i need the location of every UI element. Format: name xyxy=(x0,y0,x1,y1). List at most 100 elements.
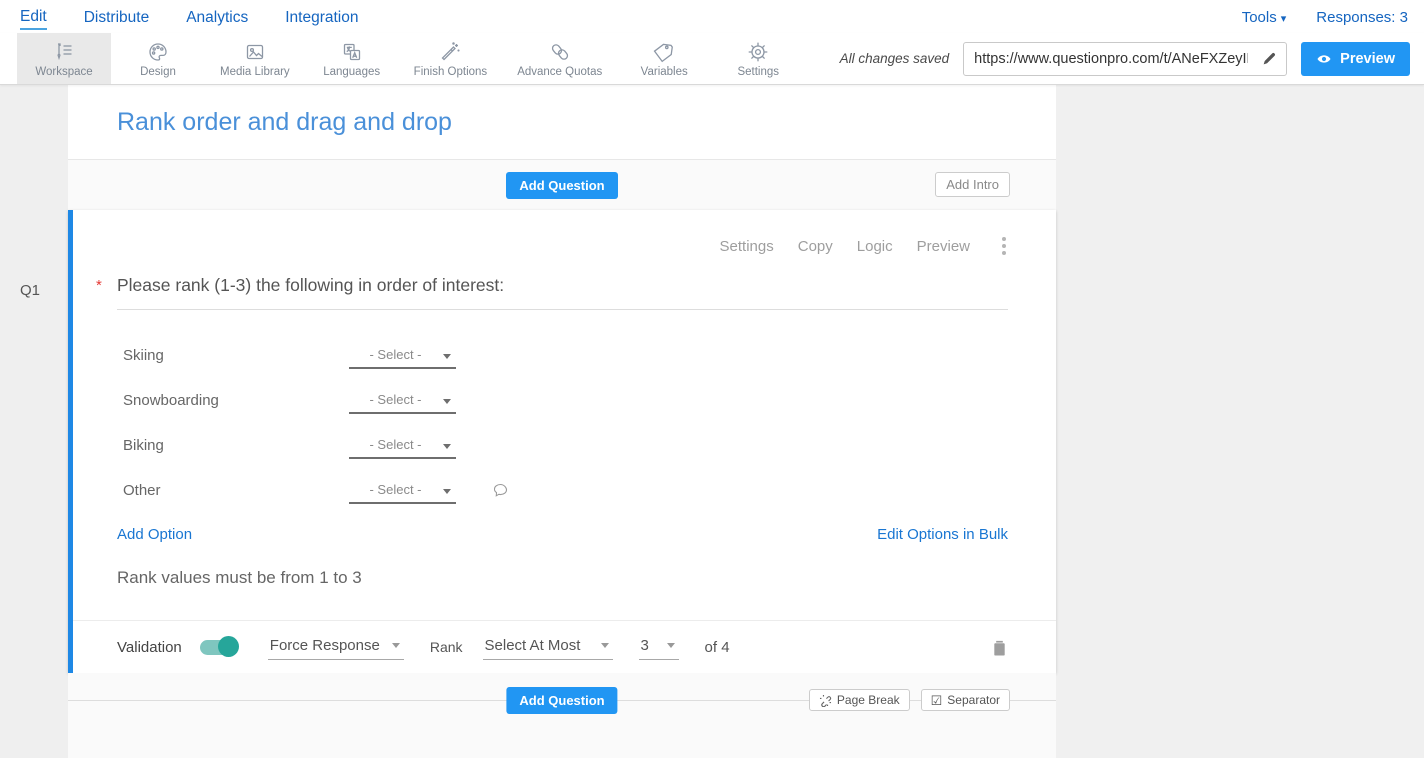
nav-tab-edit[interactable]: Edit xyxy=(20,4,47,30)
nav-tab-integration[interactable]: Integration xyxy=(285,5,358,29)
chevron-down-icon: ▾ xyxy=(1281,12,1287,25)
tools-menu[interactable]: Tools▾ xyxy=(1242,5,1287,28)
chevron-down-icon xyxy=(601,643,609,648)
save-status-text: All changes saved xyxy=(840,51,950,66)
toolbar-tab-settings[interactable]: Settings xyxy=(711,33,805,84)
toolbar-tab-workspace[interactable]: Workspace xyxy=(17,33,111,84)
toolbar-tab-label: Media Library xyxy=(220,66,290,78)
toolbar-tab-label: Variables xyxy=(641,66,688,78)
toolbar-tab-label: Languages xyxy=(323,66,380,78)
toolbar-tab-label: Finish Options xyxy=(414,66,488,78)
rank-count-select[interactable]: 3 xyxy=(639,635,679,660)
delete-question-button[interactable] xyxy=(991,638,1008,657)
page-break-button[interactable]: Page Break xyxy=(809,689,910,711)
add-question-strip-bottom: Add Question Page Break ☑ Separator xyxy=(68,673,1056,758)
validation-toggle[interactable] xyxy=(200,640,236,655)
chevron-down-icon xyxy=(667,643,675,648)
survey-title-bar: Rank order and drag and drop xyxy=(68,85,1056,160)
question-number-label: Q1 xyxy=(20,282,40,299)
question-preview-link[interactable]: Preview xyxy=(917,238,970,255)
break-buttons: Page Break ☑ Separator xyxy=(809,689,1010,711)
checkbox-checked-icon: ☑ xyxy=(931,694,943,707)
image-icon xyxy=(243,40,267,64)
survey-url-input[interactable] xyxy=(964,51,1252,67)
of-total-label: of 4 xyxy=(705,639,730,656)
wand-icon xyxy=(438,40,462,64)
question-card: Settings Copy Logic Preview * Please ran… xyxy=(68,210,1056,673)
toolbar-tab-advance-quotas[interactable]: Advance Quotas xyxy=(502,33,617,84)
main-area: Q1 Rank order and drag and drop Add Ques… xyxy=(0,85,1424,758)
chevron-down-icon xyxy=(443,489,451,494)
survey-canvas: Rank order and drag and drop Add Questio… xyxy=(68,85,1056,758)
responses-link[interactable]: Responses: 3 xyxy=(1316,5,1408,28)
option-label[interactable]: Snowboarding xyxy=(123,392,349,409)
add-question-button-top[interactable]: Add Question xyxy=(506,172,617,199)
nav-tab-distribute[interactable]: Distribute xyxy=(84,5,149,29)
question-settings-link[interactable]: Settings xyxy=(720,238,774,255)
question-logic-link[interactable]: Logic xyxy=(857,238,893,255)
chevron-down-icon xyxy=(443,399,451,404)
eye-icon xyxy=(1316,51,1332,67)
rank-select-snowboarding[interactable]: - Select - xyxy=(349,388,456,414)
validation-label: Validation xyxy=(117,639,182,656)
broken-link-icon xyxy=(819,694,832,707)
rank-select-biking[interactable]: - Select - xyxy=(349,433,456,459)
edit-options-in-bulk-link[interactable]: Edit Options in Bulk xyxy=(877,526,1008,543)
toolbar-tab-finish-options[interactable]: Finish Options xyxy=(399,33,503,84)
toolbar-tab-variables[interactable]: Variables xyxy=(617,33,711,84)
add-option-link[interactable]: Add Option xyxy=(117,526,192,543)
survey-title[interactable]: Rank order and drag and drop xyxy=(117,108,452,137)
option-row-skiing: Skiing - Select - xyxy=(117,333,1008,378)
option-label[interactable]: Other xyxy=(123,482,349,499)
comment-bubble-icon[interactable] xyxy=(492,482,509,499)
top-navigation: Edit Distribute Analytics Integration To… xyxy=(0,0,1424,33)
nav-right: Tools▾ Responses: 3 xyxy=(1242,5,1408,28)
editor-toolbar: Workspace Design Media Library xyxy=(0,33,1424,85)
question-copy-link[interactable]: Copy xyxy=(798,238,833,255)
gear-icon xyxy=(746,40,770,64)
toolbar-tab-media-library[interactable]: Media Library xyxy=(205,33,305,84)
chevron-down-icon xyxy=(392,643,400,648)
toolbar-tab-design[interactable]: Design xyxy=(111,33,205,84)
question-text-field[interactable]: Please rank (1-3) the following in order… xyxy=(117,275,1008,310)
required-asterisk-icon: * xyxy=(96,277,102,294)
chevron-down-icon xyxy=(443,444,451,449)
question-card-menu: Settings Copy Logic Preview xyxy=(117,210,1008,257)
left-gutter: Q1 xyxy=(0,85,68,758)
select-mode-select[interactable]: Select At Most xyxy=(483,635,613,660)
palette-icon xyxy=(146,40,170,64)
rank-label: Rank xyxy=(430,639,463,655)
pencil-icon xyxy=(1261,50,1278,67)
rank-select-other[interactable]: - Select - xyxy=(349,478,456,504)
toolbar-tab-label: Settings xyxy=(737,66,779,78)
workspace-icon xyxy=(52,40,76,64)
question-text-row: * Please rank (1-3) the following in ord… xyxy=(117,275,1008,310)
option-row-biking: Biking - Select - xyxy=(117,423,1008,468)
survey-url-box xyxy=(963,42,1287,76)
add-intro-button[interactable]: Add Intro xyxy=(935,172,1010,197)
option-label[interactable]: Skiing xyxy=(123,347,349,364)
toolbar-tab-languages[interactable]: Languages xyxy=(305,33,399,84)
add-question-button-bottom[interactable]: Add Question xyxy=(506,687,617,714)
nav-tab-analytics[interactable]: Analytics xyxy=(186,5,248,29)
toggle-knob xyxy=(218,636,239,657)
option-row-snowboarding: Snowboarding - Select - xyxy=(117,378,1008,423)
force-response-select[interactable]: Force Response xyxy=(268,635,404,660)
translate-icon xyxy=(340,40,364,64)
chevron-down-icon xyxy=(443,354,451,359)
more-options-icon[interactable] xyxy=(1000,235,1008,257)
toolbar-right: All changes saved Preview xyxy=(840,33,1424,84)
nav-left: Edit Distribute Analytics Integration xyxy=(20,4,358,30)
validation-row: Validation Force Response Rank Select At… xyxy=(73,620,1056,673)
separator-button[interactable]: ☑ Separator xyxy=(921,689,1010,711)
rank-select-skiing[interactable]: - Select - xyxy=(349,343,456,369)
right-background xyxy=(1056,85,1424,758)
rank-range-note: Rank values must be from 1 to 3 xyxy=(117,568,1008,588)
edit-url-button[interactable] xyxy=(1252,43,1286,75)
tag-icon xyxy=(652,40,676,64)
chain-icon xyxy=(548,40,572,64)
option-label[interactable]: Biking xyxy=(123,437,349,454)
question-text: Please rank (1-3) the following in order… xyxy=(117,275,504,295)
preview-button[interactable]: Preview xyxy=(1301,42,1410,76)
option-row-other: Other - Select - xyxy=(117,468,1008,513)
